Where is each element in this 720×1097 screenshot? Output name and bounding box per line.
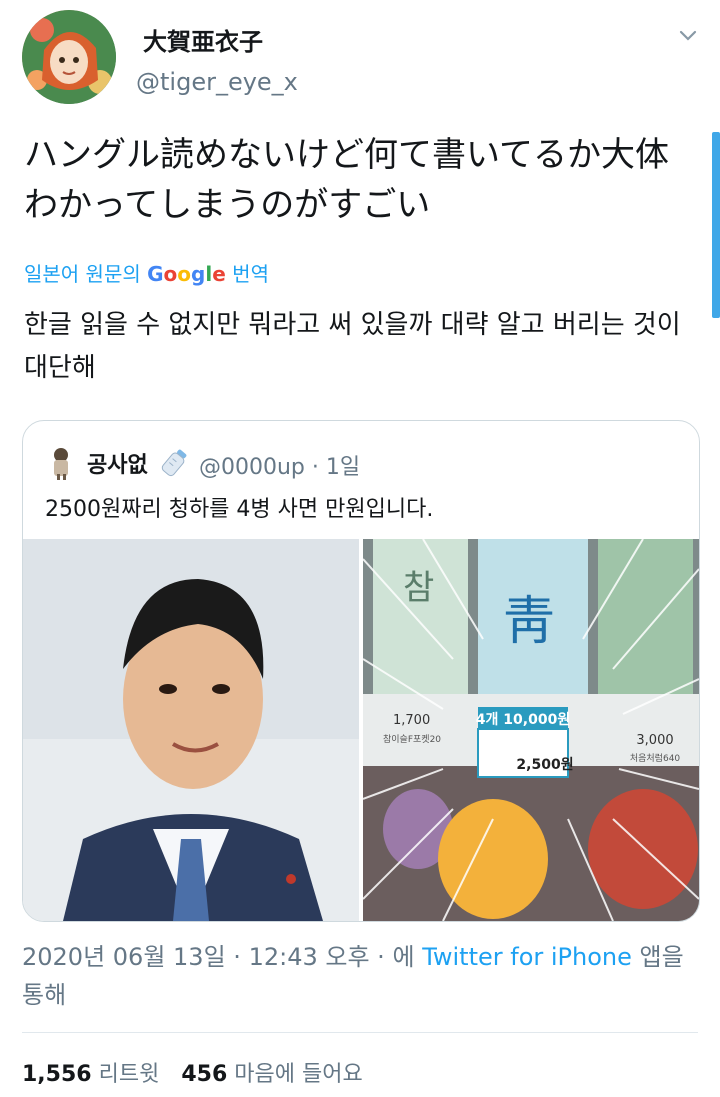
price-tag-bundle: 4개 10,000원 [476,712,570,728]
quoted-time: 1일 [325,455,361,480]
via-suffix: 앱을 [639,943,684,971]
author-display-name[interactable]: 大賀亜衣子 [143,22,263,57]
scrollbar-thumb[interactable] [712,132,720,318]
quoted-display-name[interactable]: 공사없 [87,447,148,479]
quoted-text: 2500원짜리 청하를 4병 사면 만원입니다. [45,497,434,522]
quoted-handle-time[interactable]: @0000up · 1일 [199,449,360,481]
svg-text:靑: 靑 [503,592,555,652]
divider [22,1032,698,1033]
google-logo: Google [147,262,226,286]
translated-from-label: 일본어 원문의 [24,262,141,286]
quoted-separator: · [311,455,319,480]
scrollbar[interactable] [710,0,720,1097]
meta-separator: · [377,943,385,971]
chevron-down-icon[interactable] [678,26,698,46]
author-avatar[interactable] [22,10,116,104]
source-app-link[interactable]: Twitter for iPhone [422,943,632,971]
svg-text:참: 참 [403,568,434,608]
quoted-author-avatar[interactable] [47,446,75,480]
politician-photo[interactable] [23,539,359,921]
retweet-label: 리트윗 [98,1062,160,1087]
via-last-line: 통해 [22,981,67,1009]
meta-separator: · [233,943,241,971]
tweet-date[interactable]: 2020년 06월 13일 [22,943,226,971]
like-stat[interactable]: 456 마음에 들어요 [181,1062,362,1087]
retweet-count: 1,556 [22,1062,92,1087]
quoted-handle: @0000up [199,455,305,480]
author-handle[interactable]: @tiger_eye_x [136,68,298,96]
quoted-tweet[interactable]: 공사없 @0000up · 1일 2500원짜리 청하를 4병 사면 만원입니다… [22,420,700,922]
soju-shelf-photo[interactable]: 참 靑 4개 10,000원 2,500원 1,700 참이슬F포켓20 3,0… [363,539,699,921]
translated-text: 한글 읽을 수 없지만 뭐라고 써 있을까 대략 알고 버리는 것이 대단해 [24,310,681,383]
like-label: 마음에 들어요 [234,1062,363,1087]
tweet-text: ハングル読めないけど何て書いてるか大体わかってしまうのがすごい [24,135,669,225]
like-count: 456 [181,1062,228,1087]
engagement-stats: 1,556 리트윗 456 마음에 들어요 [22,1056,363,1088]
via-prefix: 에 [392,943,415,971]
translation-suffix: 번역 [232,262,269,286]
baby-bottle-icon [161,449,187,477]
price-tag-right: 3,000 [636,733,673,748]
price-tag-left: 1,700 [393,713,430,728]
translation-attribution[interactable]: 일본어 원문의 Google 번역 [24,258,269,287]
tweet-metadata: 2020년 06월 13일 · 12:43 오후 · 에 Twitter for… [22,938,702,1014]
retweet-stat[interactable]: 1,556 리트윗 [22,1062,159,1087]
price-tag-right-name: 처음처럼640 [630,752,681,764]
tweet-time[interactable]: 12:43 오후 [249,943,370,971]
price-tag-left-name: 참이슬F포켓20 [383,734,441,745]
price-tag-unit: 2,500원 [516,757,573,773]
